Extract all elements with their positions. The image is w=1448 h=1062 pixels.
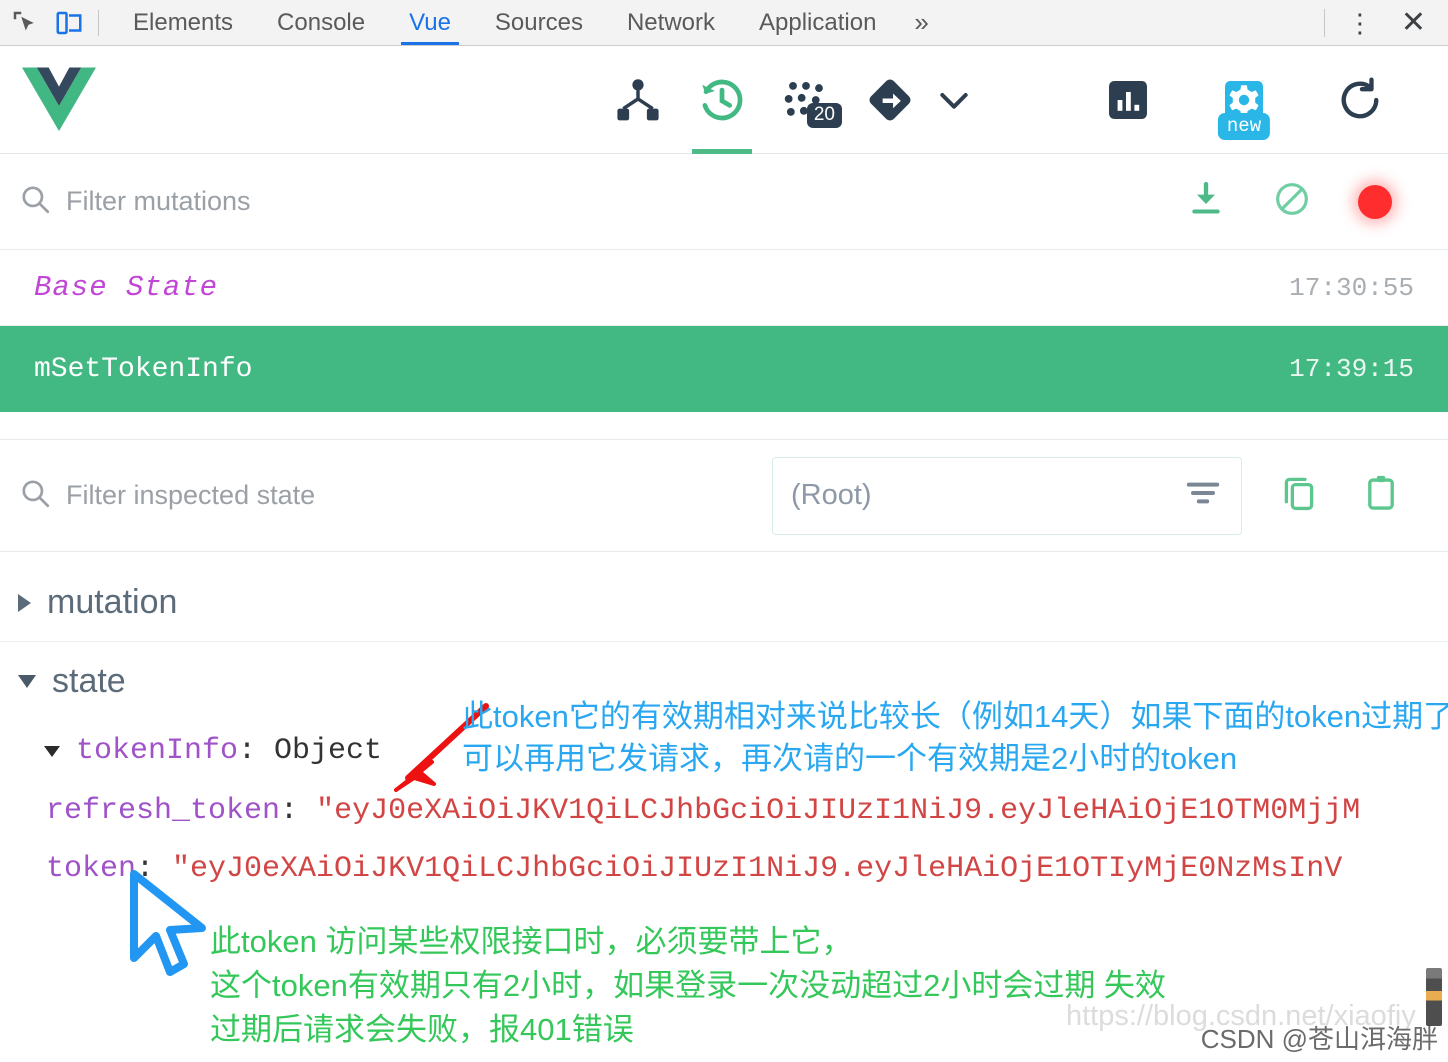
inspect-element-icon[interactable] [8,7,42,39]
csdn-credit-watermark: CSDN @苍山洱海胖 [1200,1024,1438,1054]
device-toolbar-icon[interactable] [52,7,86,39]
tokeninfo-colon: : [238,734,275,768]
green-annotation-text: 此token 访问某些权限接口时，必须要带上它， 这个token有效期只有2小时… [210,920,1166,1052]
right-divider [1323,8,1325,37]
mutation-name: Base State [34,271,219,304]
kebab-menu-icon[interactable]: ⋮ [1329,10,1391,36]
events-icon[interactable]: 20 [764,46,848,154]
inspector-actions [1278,472,1402,519]
devtools-tab-bar: Elements Console Vue Sources Network App… [0,0,1448,46]
tab-elements[interactable]: Elements [111,0,255,45]
devtools-left-icons [0,7,86,39]
tokeninfo-key: tokenInfo [76,734,239,768]
mutation-row-base-state[interactable]: Base State 17:30:55 [0,250,1448,326]
no-entry-icon[interactable] [1272,179,1312,224]
entry-value: "eyJ0eXAiOiJKV1QiLCJhbGciOiJIUzI1NiJ9.ey… [316,794,1361,828]
search-icon [18,476,52,515]
filter-mutations-input[interactable] [66,186,1186,217]
tab-application[interactable]: Application [737,0,898,45]
green-annotation-line-2: 这个token有效期只有2小时，如果登录一次没动超过2小时会过期 失效 [210,968,1166,1004]
refresh-icon[interactable] [1318,46,1402,154]
inspected-state-filter-row: (Root) [0,440,1448,552]
tree-node-state[interactable]: state [0,642,1448,720]
toolbar-divider [98,9,99,36]
vuex-history-icon[interactable] [680,46,764,154]
entry-refresh-token[interactable]: refresh_token : "eyJ0eXAiOiJKV1QiLCJhbGc… [0,782,1448,840]
performance-icon[interactable] [1086,46,1170,154]
mutation-time: 17:30:55 [1289,272,1414,303]
settings-new-badge: new [1217,112,1271,140]
mutations-actions [1186,179,1392,224]
clipboard-icon[interactable] [1360,472,1402,519]
tree-node-tokeninfo[interactable]: tokenInfo : Object [0,720,1448,782]
csdn-url-watermark: https://blog.csdn.net/xiaofiy [1066,1000,1416,1032]
chevron-right-icon[interactable] [18,593,31,612]
tab-console[interactable]: Console [255,0,387,45]
tree-node-label: state [52,661,126,700]
entry-colon: : [136,852,173,886]
entry-key: token [46,852,137,886]
events-count-badge: 20 [806,102,842,128]
filter-lines-icon[interactable] [1183,473,1223,518]
devtools-window: Elements Console Vue Sources Network App… [0,0,1448,1062]
copy-icon[interactable] [1278,472,1320,519]
green-annotation-line-1: 此token 访问某些权限接口时，必须要带上它， [210,924,853,959]
entry-colon: : [280,794,317,828]
export-icon[interactable] [1186,179,1226,224]
mutation-name: mSetTokenInfo [34,353,253,385]
root-selector[interactable]: (Root) [772,456,1242,535]
vue-devtools-toolbar: 20 new [0,46,1448,154]
mutations-list: Base State 17:30:55 mSetTokenInfo 17:39:… [0,250,1448,440]
chevron-down-icon[interactable] [932,46,976,154]
mutations-list-spacer [0,412,1448,440]
mutation-time: 17:39:15 [1289,354,1414,384]
vue-toolbar-buttons: 20 [596,46,976,154]
close-icon[interactable]: ✕ [1391,7,1448,38]
vue-toolbar-right: new [1086,46,1402,154]
tree-node-label: mutation [47,583,178,621]
entry-value: "eyJ0eXAiOiJKV1QiLCJhbGciOiJIUzI1NiJ9.ey… [172,852,1343,886]
mutations-filter-row [0,154,1448,250]
scrollbar-thumb[interactable] [1426,968,1442,1026]
green-annotation-line-3: 过期后请求会失败，报401错误 [210,1012,634,1048]
routing-icon[interactable] [848,46,932,154]
record-dot-icon[interactable] [1358,184,1392,219]
tab-network[interactable]: Network [605,0,737,45]
components-icon[interactable] [596,46,680,154]
filter-inspected-state-input[interactable] [66,480,586,511]
more-tabs-icon[interactable]: » [898,7,944,38]
tab-sources[interactable]: Sources [473,0,605,45]
devtools-right-controls: ⋮ ✕ [1316,0,1448,45]
chevron-down-icon[interactable] [18,674,36,688]
tokeninfo-type: Object [274,734,383,768]
settings-gear-icon[interactable]: new [1202,46,1286,154]
state-tree: mutation state tokenInfo : Object refres… [0,552,1448,898]
mutation-row-msettokeninfo[interactable]: mSetTokenInfo 17:39:15 [0,326,1448,412]
search-icon [18,182,52,221]
tree-node-mutation[interactable]: mutation [0,564,1448,642]
root-selector-value: (Root) [791,479,872,511]
devtools-tabs: Elements Console Vue Sources Network App… [111,0,945,45]
chevron-down-icon[interactable] [44,745,60,757]
entry-token[interactable]: token : "eyJ0eXAiOiJKV1QiLCJhbGciOiJIUzI… [0,840,1448,898]
tab-vue[interactable]: Vue [387,0,473,45]
entry-key: refresh_token [46,794,281,828]
vue-logo [22,66,96,131]
